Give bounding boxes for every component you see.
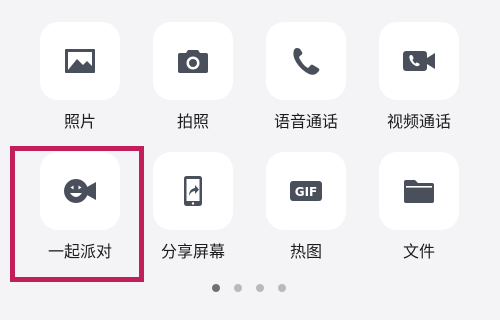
photo-tile-button[interactable] (40, 22, 120, 100)
action-tile-voice-call[interactable]: 语音通话 (265, 22, 347, 132)
action-tile-share-screen[interactable]: 分享屏幕 (152, 152, 234, 262)
share-screen-tile-button[interactable] (153, 152, 233, 230)
phone-icon (293, 48, 320, 75)
page-dot-3[interactable] (256, 284, 264, 292)
action-label: 热图 (289, 242, 322, 261)
gif-icon-text: GIF (295, 185, 318, 199)
action-tile-camera[interactable]: 拍照 (152, 22, 234, 132)
page-dot-2[interactable] (234, 284, 242, 292)
page-dot-1[interactable] (212, 284, 220, 292)
gif-tile-button[interactable]: GIF (266, 152, 346, 230)
file-tile-button[interactable] (379, 152, 459, 230)
page-indicator[interactable] (0, 284, 500, 294)
action-label: 分享屏幕 (160, 242, 225, 261)
action-label: 拍照 (176, 112, 209, 131)
share-screen-icon (184, 176, 202, 206)
voice-call-tile-button[interactable] (266, 22, 346, 100)
camera-icon (178, 50, 208, 73)
camera-tile-button[interactable] (153, 22, 233, 100)
photo-icon (65, 49, 95, 73)
action-tile-gif[interactable]: GIF 热图 (265, 152, 347, 262)
gif-icon: GIF (290, 181, 322, 201)
action-label: 视频通话 (386, 112, 451, 131)
page-dot-4[interactable] (278, 284, 286, 292)
video-call-tile-button[interactable] (379, 22, 459, 100)
action-label: 文件 (402, 242, 435, 261)
selection-highlight (10, 146, 144, 282)
action-tile-photo[interactable]: 照片 (39, 22, 121, 132)
video-call-icon (403, 51, 435, 71)
action-tile-video-call[interactable]: 视频通话 (378, 22, 460, 132)
action-label: 语音通话 (273, 112, 338, 131)
action-tile-file[interactable]: 文件 (378, 152, 460, 262)
folder-icon (404, 180, 434, 203)
action-label: 照片 (63, 112, 96, 131)
